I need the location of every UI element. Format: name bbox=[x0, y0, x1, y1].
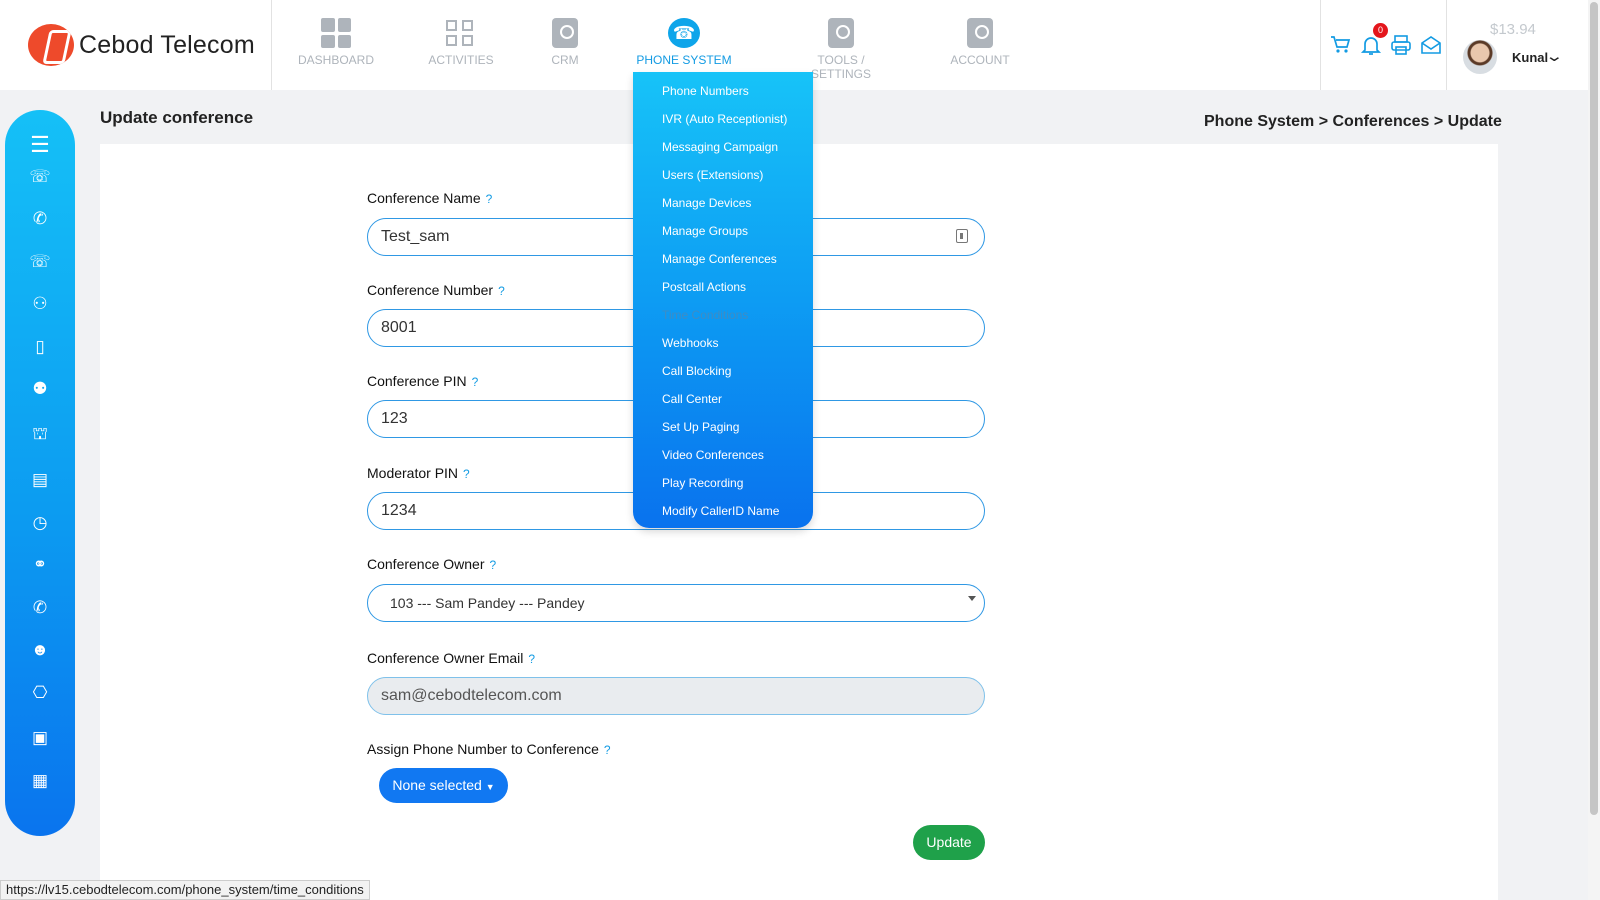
conference-number-label: Conference Number? bbox=[367, 282, 505, 298]
conference-owner-label: Conference Owner? bbox=[367, 556, 497, 572]
divider bbox=[1320, 0, 1321, 90]
breadcrumb: Phone System > Conferences > Update bbox=[1204, 113, 1502, 130]
activities-icon bbox=[445, 18, 477, 48]
dashboard-icon bbox=[321, 18, 351, 48]
fax-icon[interactable] bbox=[1390, 34, 1412, 56]
phone-system-menu: Phone Numbers IVR (Auto Receptionist) Me… bbox=[633, 72, 813, 528]
menu-item-set-up-paging[interactable]: Set Up Paging bbox=[662, 420, 739, 434]
moderator-pin-label: Moderator PIN? bbox=[367, 465, 470, 481]
devices-icon[interactable]: ▯ bbox=[5, 337, 75, 357]
nav-phone-system[interactable]: ☎ PHONE SYSTEM bbox=[636, 18, 732, 67]
sidebar: ☰ ☏ ✆ ☏ ⚇ ▯ ⚉ ⛫ ▤ ◷ ⚭ ✆ ☻ ⎔ ▣ ▦ bbox=[5, 110, 75, 836]
contact-card-icon bbox=[956, 229, 968, 243]
nav-label: CRM bbox=[551, 53, 579, 67]
menu-item-time-conditions[interactable]: Time Conditions bbox=[662, 308, 748, 322]
caret-down-icon: ▼ bbox=[485, 782, 495, 792]
conference-name-label: Conference Name? bbox=[367, 190, 493, 206]
menu-item-modify-callerid[interactable]: Modify CallerID Name bbox=[662, 504, 779, 518]
groups-icon[interactable]: ⚉ bbox=[5, 379, 75, 399]
notification-badge: 0 bbox=[1373, 23, 1388, 38]
nav-label: DASHBOARD bbox=[297, 53, 374, 67]
username[interactable]: Kunal bbox=[1512, 50, 1548, 65]
header-actions: 0 bbox=[1330, 23, 1442, 56]
scrollbar-thumb[interactable] bbox=[1590, 2, 1598, 815]
help-icon[interactable]: ? bbox=[463, 467, 470, 481]
tools-icon bbox=[828, 18, 854, 48]
avatar[interactable] bbox=[1463, 40, 1497, 74]
video-icon[interactable]: ▣ bbox=[5, 728, 75, 748]
menu-item-manage-conferences[interactable]: Manage Conferences bbox=[662, 252, 777, 266]
menu-item-phone-numbers[interactable]: Phone Numbers bbox=[662, 84, 749, 98]
menu-item-messaging-campaign[interactable]: Messaging Campaign bbox=[662, 140, 778, 154]
conference-owner-select[interactable]: 103 --- Sam Pandey --- Pandey bbox=[367, 584, 985, 622]
phone-system-icon: ☎ bbox=[668, 18, 700, 48]
status-url: https://lv15.cebodtelecom.com/phone_syst… bbox=[0, 880, 370, 900]
help-icon[interactable]: ? bbox=[498, 284, 505, 298]
ivr-icon[interactable]: ☏ bbox=[5, 167, 75, 187]
logo-icon bbox=[28, 24, 74, 66]
mail-icon[interactable] bbox=[1420, 34, 1442, 56]
nav-activities[interactable]: ACTIVITIES bbox=[420, 18, 502, 67]
account-icon bbox=[967, 18, 993, 48]
menu-item-play-recording[interactable]: Play Recording bbox=[662, 476, 743, 490]
nav-crm[interactable]: CRM bbox=[548, 18, 582, 67]
nav-label: TOOLS / SETTINGS bbox=[810, 53, 871, 81]
nav-dashboard[interactable]: DASHBOARD bbox=[296, 18, 376, 67]
divider bbox=[1446, 0, 1447, 90]
bell-icon[interactable]: 0 bbox=[1360, 23, 1388, 56]
phone-icon[interactable]: ✆ bbox=[5, 209, 75, 229]
help-icon[interactable]: ? bbox=[604, 743, 611, 757]
account-balance: $13.94 bbox=[1490, 21, 1536, 38]
cart-icon[interactable] bbox=[1330, 34, 1352, 56]
menu-item-ivr[interactable]: IVR (Auto Receptionist) bbox=[662, 112, 787, 126]
menu-item-webhooks[interactable]: Webhooks bbox=[662, 336, 718, 350]
help-icon[interactable]: ? bbox=[528, 652, 535, 666]
caller-id-icon[interactable]: ▦ bbox=[5, 771, 75, 791]
owner-email-label: Conference Owner Email? bbox=[367, 650, 536, 666]
menu-item-call-center[interactable]: Call Center bbox=[662, 392, 722, 406]
assign-number-dropdown[interactable]: None selected ▼ bbox=[379, 768, 508, 803]
help-icon[interactable]: ? bbox=[486, 192, 493, 206]
nav-account[interactable]: ACCOUNT bbox=[950, 18, 1010, 67]
nav-label: PHONE SYSTEM bbox=[636, 53, 732, 67]
menu-item-manage-devices[interactable]: Manage Devices bbox=[662, 196, 751, 210]
call-blocking-icon[interactable]: ✆ bbox=[5, 598, 75, 618]
users-icon[interactable]: ⚇ bbox=[5, 294, 75, 314]
help-icon[interactable]: ? bbox=[472, 375, 479, 389]
conference-icon[interactable]: ⛫ bbox=[5, 424, 75, 446]
menu-item-video-conferences[interactable]: Video Conferences bbox=[662, 448, 764, 462]
assign-number-label: Assign Phone Number to Conference? bbox=[367, 741, 611, 757]
ivr-keypad-icon[interactable]: ☏ bbox=[5, 252, 75, 272]
menu-item-postcall-actions[interactable]: Postcall Actions bbox=[662, 280, 746, 294]
chevron-down-icon[interactable]: ⌄ bbox=[1545, 47, 1564, 65]
update-button[interactable]: Update bbox=[913, 825, 985, 860]
menu-item-manage-groups[interactable]: Manage Groups bbox=[662, 224, 748, 238]
paging-icon[interactable]: ⎔ bbox=[5, 683, 75, 703]
webhook-icon[interactable]: ⚭ bbox=[5, 555, 75, 575]
time-icon[interactable]: ◷ bbox=[5, 513, 75, 533]
page-title: Update conference bbox=[100, 108, 254, 127]
help-icon[interactable]: ? bbox=[490, 558, 497, 572]
menu-item-users[interactable]: Users (Extensions) bbox=[662, 168, 763, 182]
menu-icon[interactable]: ☰ bbox=[5, 132, 75, 158]
postcall-icon[interactable]: ▤ bbox=[5, 470, 75, 490]
select-caret-icon bbox=[968, 596, 976, 601]
brand-logo[interactable]: Cebod Telecom bbox=[28, 24, 255, 66]
conference-pin-label: Conference PIN? bbox=[367, 373, 479, 389]
nav-label: ACCOUNT bbox=[950, 53, 1010, 67]
owner-email-input: sam@cebodtelecom.com bbox=[367, 677, 985, 715]
call-center-icon[interactable]: ☻ bbox=[5, 640, 75, 660]
divider bbox=[271, 0, 272, 90]
brand-name: Cebod Telecom bbox=[79, 30, 255, 59]
crm-icon bbox=[552, 18, 578, 48]
menu-item-call-blocking[interactable]: Call Blocking bbox=[662, 364, 731, 378]
nav-label: ACTIVITIES bbox=[428, 53, 494, 67]
